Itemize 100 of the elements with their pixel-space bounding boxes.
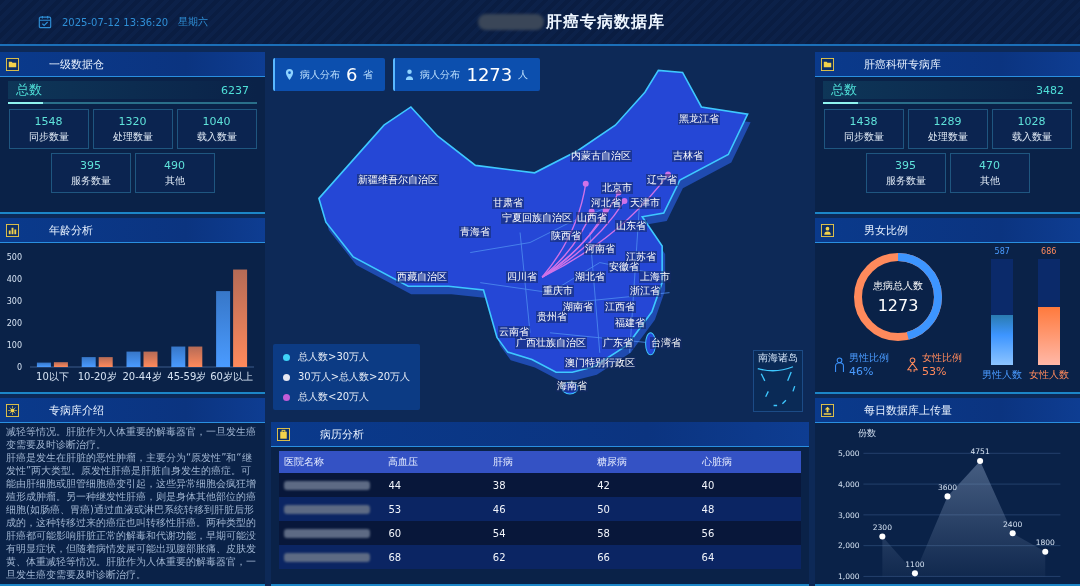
- data-point: [911, 570, 918, 577]
- table-cell: 62: [487, 545, 593, 569]
- stat-label: 其他: [164, 173, 185, 188]
- table-cell: 64: [696, 545, 801, 569]
- table-cell: 60: [383, 521, 488, 545]
- category-label: 10以下: [36, 371, 69, 382]
- axis-tick-label: 200: [6, 319, 22, 328]
- data-point: [1042, 548, 1049, 555]
- stat-label: 同步数量: [28, 129, 69, 144]
- paragraph: 肝癌是发生在肝脏的恶性肿瘤，主要分为“原发性”和“继发性”两大类型。原发性肝癌是肝脏自身发生的癌症。可能由肝细胞或胆管细胞癌变引起，这些异常细胞会疯狂增殖形成肿瘤。另一种继发性肝癌，则是身体其他部位的癌细胞(如肠癌、胃癌)通过血液或淋巴系统转移到肝脏后形成的，这种转移过来的癌症也叫转移性肝癌。两种类型的肝癌都可能影响肝脏正常的解毒和代谢功能，早期可能没有明显症状，但随着病情发展可能出现腹部胀痛、皮肤发黄、体重减轻等情况。肝脏作为人体重要的解毒器官，一旦发生癌变需要及时诊断治疗。: [6, 451, 257, 581]
- panel-title: 男女比例: [864, 222, 908, 238]
- panel-title: 专病库介绍: [49, 402, 104, 418]
- table-cell: 42: [592, 473, 697, 497]
- stat-label: 处理数量: [927, 129, 968, 144]
- bar-label: 女性人数: [1028, 368, 1069, 382]
- column-header: 高血压: [383, 451, 488, 473]
- female-person-icon: [907, 356, 918, 373]
- legend-label: 30万人>总人数>20万人: [298, 370, 411, 384]
- card-label: 病人分布: [420, 67, 461, 82]
- axis-title: 份数: [858, 427, 877, 439]
- folder-icon: [6, 57, 19, 71]
- category-label: 60岁以上: [210, 371, 253, 382]
- table-cell: 50: [592, 497, 697, 521]
- province-label: 湖北省: [574, 271, 607, 284]
- province-label: 澳门特别行政区: [564, 357, 637, 370]
- stat-value: 1289: [933, 114, 962, 128]
- stat-value: 1320: [118, 114, 147, 128]
- province-label: 广西壮族自治区: [514, 337, 587, 350]
- person-icon: [405, 69, 415, 80]
- total-value: 6237: [221, 83, 249, 97]
- stat-value: 1028: [1017, 114, 1046, 128]
- bar: [188, 346, 203, 367]
- table-cell: 68: [383, 545, 488, 569]
- bar: [53, 362, 68, 367]
- province-label: 甘肃省: [491, 196, 524, 209]
- total-value: 3482: [1036, 83, 1064, 97]
- stat-label: 服务数量: [70, 173, 111, 188]
- stat-value: 470: [979, 158, 1000, 172]
- province-label: 新疆维吾尔自治区: [356, 174, 439, 187]
- province-label: 青海省: [458, 225, 491, 238]
- inset-title: 南海诸岛: [758, 351, 798, 365]
- axis-tick-label: 5,000: [838, 449, 860, 459]
- province-label: 陕西省: [549, 230, 582, 243]
- date-time: 2025-07-12 13:36:20: [62, 16, 169, 28]
- data-label: 4751: [970, 447, 990, 457]
- stat-label: 载入数量: [196, 129, 237, 144]
- data-point: [1009, 530, 1016, 537]
- axis-tick-label: 400: [6, 275, 22, 284]
- card-value: 6: [346, 64, 358, 85]
- province-label: 北京市: [601, 181, 634, 194]
- weekday: 星期六: [178, 15, 209, 29]
- donut-label: 患病总人数: [873, 280, 923, 291]
- data-point: [879, 533, 886, 540]
- stat-value: 1438: [849, 114, 878, 128]
- data-point: [977, 457, 984, 464]
- redacted-block: [478, 14, 544, 30]
- bar: [143, 351, 158, 367]
- axis-tick-label: 2,000: [838, 541, 860, 551]
- axis-tick-label: 500: [6, 253, 22, 262]
- stat-label: 载入数量: [1011, 129, 1052, 144]
- folder-icon: [821, 57, 834, 71]
- card-unit: 人: [518, 67, 529, 82]
- stat-value: 395: [895, 158, 916, 172]
- stat-label: 其他: [979, 173, 1000, 188]
- table-cell: 53: [383, 497, 488, 521]
- panel-title: 肝癌科研专病库: [864, 56, 941, 72]
- stat-value: 1548: [34, 114, 63, 128]
- bar: [126, 351, 141, 367]
- person-icon: [821, 223, 834, 237]
- donut-value: 1273: [877, 296, 919, 315]
- stat-value: 490: [164, 158, 185, 172]
- data-label: 2400: [1003, 519, 1023, 529]
- axis-tick-label: 1,000: [838, 572, 860, 582]
- ratio-value: 53%: [922, 365, 948, 378]
- bar: [36, 362, 51, 367]
- calendar-icon: [38, 15, 52, 29]
- bar-chart-icon: [6, 223, 19, 237]
- category-label: 20-44岁: [122, 371, 162, 382]
- bar: [81, 357, 96, 367]
- category-label: 45-59岁: [167, 371, 207, 382]
- data-label: 1800: [1035, 538, 1055, 548]
- province-label: 广东省: [602, 337, 634, 350]
- province-label: 海南省: [555, 379, 588, 392]
- table-cell: 66: [592, 545, 697, 569]
- legend-label: 总人数>30万人: [298, 350, 370, 364]
- table-cell: 58: [592, 521, 697, 545]
- stat-label: 同步数量: [843, 129, 884, 144]
- axis-tick-label: 100: [6, 341, 22, 350]
- table-cell: 38: [487, 473, 593, 497]
- card-label: 病人分布: [300, 67, 340, 82]
- column-header: 心脏病: [696, 451, 801, 473]
- stat-value: 1040: [202, 114, 231, 128]
- stat-value: 395: [80, 158, 101, 172]
- province-label: 江西省: [603, 301, 636, 314]
- province-label: 台湾省: [650, 337, 683, 350]
- clipboard-icon: [277, 427, 290, 441]
- province-label: 吉林省: [671, 149, 704, 162]
- table-cell: 54: [487, 521, 593, 545]
- bar-label: 男性人数: [982, 368, 1023, 382]
- bar-value: 587: [994, 247, 1010, 256]
